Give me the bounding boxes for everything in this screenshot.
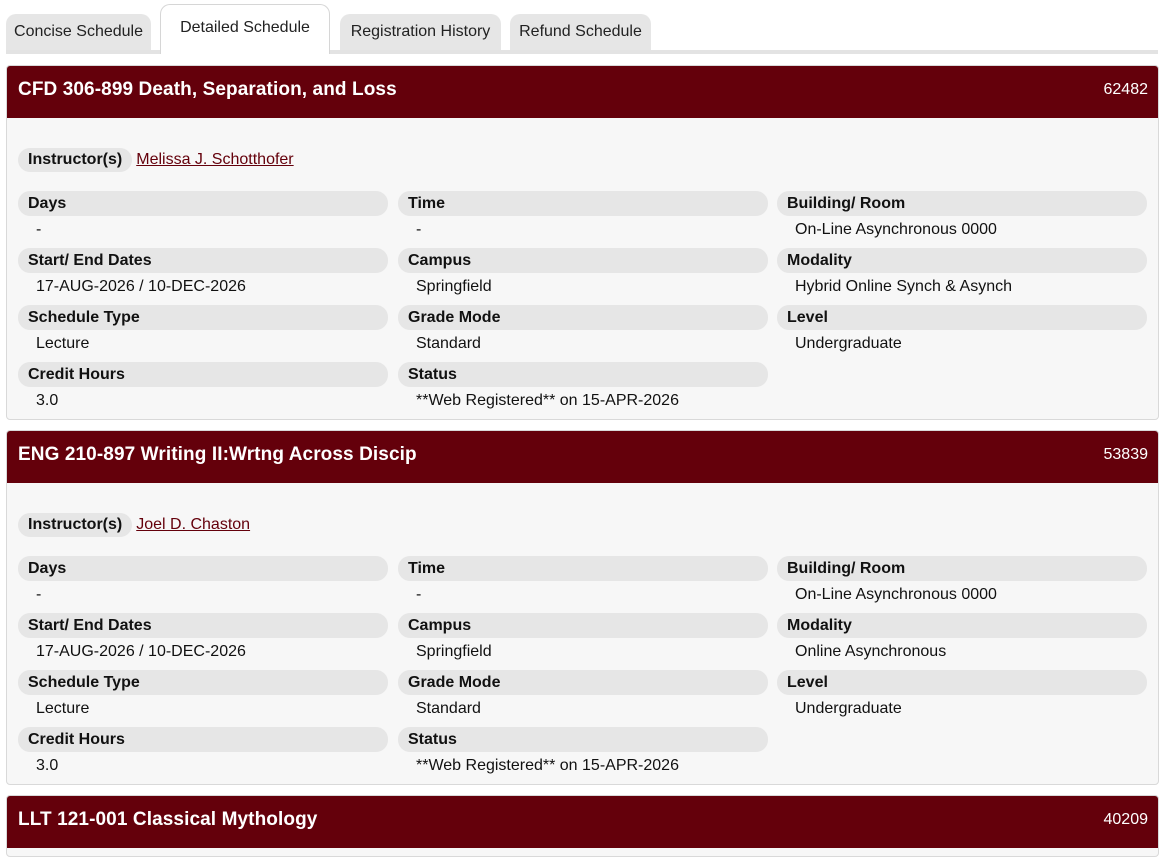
grade-mode-value: Standard xyxy=(416,700,481,717)
status-label: Status xyxy=(398,362,768,387)
building-room-field: Building/ Room On-Line Asynchronous 0000 xyxy=(777,191,1147,239)
days-value: - xyxy=(36,221,42,238)
instructor-label: Instructor(s) xyxy=(18,513,133,537)
instructor-row: Instructor(s) Joel D. Chaston xyxy=(18,513,250,537)
credit-hours-field: Credit Hours 3.0 xyxy=(18,727,388,775)
level-value: Undergraduate xyxy=(795,335,902,352)
days-field: Days - xyxy=(18,556,388,604)
days-field: Days - xyxy=(18,191,388,239)
instructor-link[interactable]: Melissa J. Schotthofer xyxy=(136,151,293,169)
campus-field: Campus Springfield xyxy=(398,248,768,296)
status-value: **Web Registered** on 15-APR-2026 xyxy=(416,757,679,774)
level-label: Level xyxy=(777,670,1147,695)
schedule-type-value: Lecture xyxy=(36,700,90,717)
time-field: Time - xyxy=(398,556,768,604)
status-field: Status **Web Registered** on 15-APR-2026 xyxy=(398,362,768,410)
building-room-value: On-Line Asynchronous 0000 xyxy=(795,221,997,238)
course-title: ENG 210-897 Writing II:Wrtng Across Disc… xyxy=(18,444,417,465)
schedule-type-label: Schedule Type xyxy=(18,305,388,330)
instructor-label: Instructor(s) xyxy=(18,148,133,172)
grade-mode-field: Grade Mode Standard xyxy=(398,305,768,353)
status-field: Status **Web Registered** on 15-APR-2026 xyxy=(398,727,768,775)
grade-mode-label: Grade Mode xyxy=(398,670,768,695)
campus-label: Campus xyxy=(398,613,768,638)
grade-mode-label: Grade Mode xyxy=(398,305,768,330)
days-label: Days xyxy=(18,556,388,581)
campus-field: Campus Springfield xyxy=(398,613,768,661)
course-card: LLT 121-001 Classical Mythology 40209 xyxy=(6,795,1159,857)
credit-hours-field: Credit Hours 3.0 xyxy=(18,362,388,410)
tab-registration-history[interactable]: Registration History xyxy=(340,14,501,50)
modality-field: Modality Online Asynchronous xyxy=(777,613,1147,661)
building-room-label: Building/ Room xyxy=(777,191,1147,216)
schedule-tabs: Concise Schedule Detailed Schedule Regis… xyxy=(6,4,1158,54)
dates-field: Start/ End Dates 17-AUG-2026 / 10-DEC-20… xyxy=(18,613,388,661)
course-crn: 53839 xyxy=(1103,446,1149,463)
credit-hours-value: 3.0 xyxy=(36,392,59,409)
dates-label: Start/ End Dates xyxy=(18,613,388,638)
modality-label: Modality xyxy=(777,613,1147,638)
level-field: Level Undergraduate xyxy=(777,670,1147,718)
credit-hours-label: Credit Hours xyxy=(18,727,388,752)
campus-value: Springfield xyxy=(416,643,492,660)
status-label: Status xyxy=(398,727,768,752)
course-title: CFD 306-899 Death, Separation, and Loss xyxy=(18,79,397,100)
modality-value: Online Asynchronous xyxy=(795,643,947,660)
instructor-link[interactable]: Joel D. Chaston xyxy=(136,516,250,534)
grade-mode-field: Grade Mode Standard xyxy=(398,670,768,718)
credit-hours-label: Credit Hours xyxy=(18,362,388,387)
dates-value: 17-AUG-2026 / 10-DEC-2026 xyxy=(36,278,246,295)
instructor-row: Instructor(s) Melissa J. Schotthofer xyxy=(18,148,294,172)
schedule-type-label: Schedule Type xyxy=(18,670,388,695)
course-crn: 62482 xyxy=(1103,81,1149,98)
grade-mode-value: Standard xyxy=(416,335,481,352)
course-header: CFD 306-899 Death, Separation, and Loss … xyxy=(7,66,1158,118)
tab-refund-schedule[interactable]: Refund Schedule xyxy=(510,14,651,50)
building-room-field: Building/ Room On-Line Asynchronous 0000 xyxy=(777,556,1147,604)
level-value: Undergraduate xyxy=(795,700,902,717)
days-value: - xyxy=(36,586,42,603)
dates-field: Start/ End Dates 17-AUG-2026 / 10-DEC-20… xyxy=(18,248,388,296)
time-label: Time xyxy=(398,191,768,216)
tab-detailed-schedule[interactable]: Detailed Schedule xyxy=(160,4,330,54)
time-value: - xyxy=(416,221,422,238)
time-field: Time - xyxy=(398,191,768,239)
campus-value: Springfield xyxy=(416,278,492,295)
modality-field: Modality Hybrid Online Synch & Asynch xyxy=(777,248,1147,296)
course-title: LLT 121-001 Classical Mythology xyxy=(18,809,318,830)
modality-label: Modality xyxy=(777,248,1147,273)
course-crn: 40209 xyxy=(1103,811,1149,828)
time-value: - xyxy=(416,586,422,603)
dates-value: 17-AUG-2026 / 10-DEC-2026 xyxy=(36,643,246,660)
dates-label: Start/ End Dates xyxy=(18,248,388,273)
campus-label: Campus xyxy=(398,248,768,273)
tab-concise-schedule[interactable]: Concise Schedule xyxy=(6,14,151,50)
building-room-value: On-Line Asynchronous 0000 xyxy=(795,586,997,603)
days-label: Days xyxy=(18,191,388,216)
schedule-type-value: Lecture xyxy=(36,335,90,352)
level-label: Level xyxy=(777,305,1147,330)
schedule-type-field: Schedule Type Lecture xyxy=(18,305,388,353)
course-header: LLT 121-001 Classical Mythology 40209 xyxy=(7,796,1158,848)
course-card: ENG 210-897 Writing II:Wrtng Across Disc… xyxy=(6,430,1159,785)
level-field: Level Undergraduate xyxy=(777,305,1147,353)
credit-hours-value: 3.0 xyxy=(36,757,59,774)
course-card: CFD 306-899 Death, Separation, and Loss … xyxy=(6,65,1159,420)
building-room-label: Building/ Room xyxy=(777,556,1147,581)
modality-value: Hybrid Online Synch & Asynch xyxy=(795,278,1012,295)
schedule-type-field: Schedule Type Lecture xyxy=(18,670,388,718)
course-header: ENG 210-897 Writing II:Wrtng Across Disc… xyxy=(7,431,1158,483)
time-label: Time xyxy=(398,556,768,581)
status-value: **Web Registered** on 15-APR-2026 xyxy=(416,392,679,409)
